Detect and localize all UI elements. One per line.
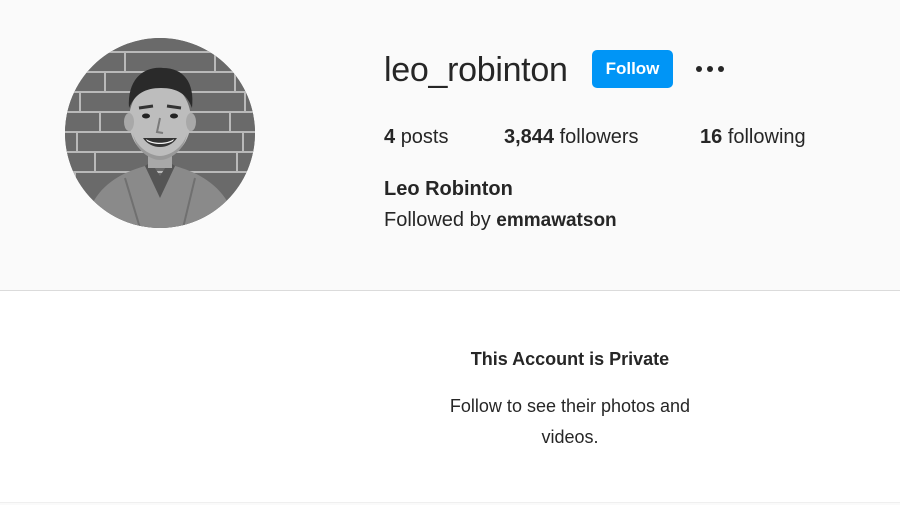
following-count-label: following (727, 126, 806, 148)
following-count-value: 16 (700, 126, 723, 148)
private-account-message: Follow to see their photos and videos. (449, 396, 691, 447)
followers-count[interactable]: 3,844 followers (504, 123, 639, 151)
private-account-title: This Account is Private (470, 349, 670, 369)
profile-full-name: Leo Robinton (384, 178, 513, 200)
more-horizontal-icon (707, 66, 713, 72)
followers-count-value: 3,844 (504, 126, 555, 148)
more-horizontal-icon (718, 66, 724, 72)
followed-by-prefix: Followed by (384, 209, 491, 231)
avatar-image (65, 38, 255, 228)
profile-username: leo_robinton (384, 51, 568, 89)
posts-count: 4 posts (384, 123, 449, 151)
follow-button[interactable]: Follow (592, 50, 673, 88)
followers-count-label: followers (559, 126, 639, 148)
panel-bottom-border (0, 502, 900, 503)
followed-by-text: Followed by emmawatson (384, 206, 617, 235)
profile-avatar[interactable] (65, 38, 255, 228)
more-options-button[interactable] (692, 56, 728, 82)
posts-count-label: posts (400, 126, 449, 148)
more-horizontal-icon (696, 66, 702, 72)
followed-by-user-link[interactable]: emmawatson (496, 210, 616, 231)
following-count[interactable]: 16 following (700, 123, 806, 151)
posts-count-value: 4 (384, 126, 396, 148)
